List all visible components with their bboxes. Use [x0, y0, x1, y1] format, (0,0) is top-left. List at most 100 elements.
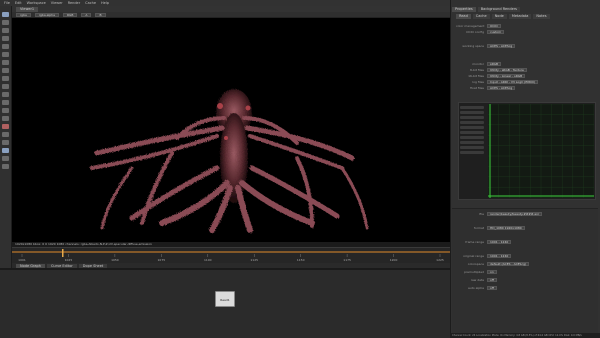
timeline-ruler[interactable]: 1001 1025 1050 1075 1100 1125 1150 1175 1200 1225 [12, 248, 450, 264]
curve-channel-item[interactable] [460, 146, 484, 149]
menu-edit[interactable]: Edit [15, 1, 22, 5]
prop-label: 16-bit files [468, 74, 484, 78]
curve-channel-item[interactable] [460, 111, 484, 114]
timeline-playhead [62, 249, 64, 257]
node-tabs: Read Cache Node Metadata Notes [456, 14, 596, 19]
timeline-tick-label: 1200 [390, 258, 398, 262]
cryptomatte-tool-icon[interactable] [2, 156, 9, 161]
draw-tool-icon[interactable] [2, 20, 9, 25]
tab-cache[interactable]: Cache [472, 14, 490, 19]
menu-render[interactable]: Render [68, 1, 80, 5]
alpha-dropdown[interactable]: rgba.alpha [34, 12, 59, 17]
curve-channel-item[interactable] [460, 116, 484, 119]
prop-label: original range [463, 254, 484, 258]
prop-value[interactable]: HD_1080 1920x1080 [487, 226, 525, 230]
prop-label: auto alpha [467, 286, 484, 290]
prop-value[interactable]: Utility - Linear - sRGB [487, 74, 526, 78]
tab-notes[interactable]: Notes [533, 14, 550, 19]
curve-channel-item[interactable] [460, 136, 484, 139]
timeline-tick-label: 1100 [204, 258, 212, 262]
prop-value[interactable]: off [487, 286, 497, 290]
other-tool-icon[interactable] [2, 116, 9, 121]
prop-value[interactable]: 1001 - 1240 [487, 254, 512, 258]
3d-tool-icon[interactable] [2, 84, 9, 89]
curve-channel-item[interactable] [460, 121, 484, 124]
filter-tool-icon[interactable] [2, 52, 9, 57]
pixelfudger-tool-icon[interactable] [2, 164, 9, 169]
timeline-tick-label: 1175 [343, 258, 351, 262]
prop-row: OCIO config custom [456, 30, 596, 34]
input-b-dropdown[interactable]: B [95, 12, 106, 17]
tab-node[interactable]: Node [491, 14, 507, 19]
tab-read[interactable]: Read [456, 14, 471, 19]
menu-cache[interactable]: Cache [85, 1, 96, 5]
prop-value[interactable]: on [487, 270, 497, 274]
prop-row: premultiplied on [456, 270, 596, 274]
prop-row: color management OCIO [456, 24, 596, 28]
curve-channel-item[interactable] [460, 126, 484, 129]
tab-properties[interactable]: Properties [452, 6, 476, 12]
input-a-dropdown[interactable]: A [81, 12, 92, 17]
prop-value[interactable]: ACES - ACEScg [487, 86, 516, 90]
prop-row: auto alpha off [456, 286, 596, 290]
properties-tabbar: Properties Background Renders [452, 6, 598, 12]
prop-value[interactable]: OCIO [487, 24, 501, 28]
metadata-tool-icon[interactable] [2, 100, 9, 105]
prop-value[interactable]: Utility - sRGB - Texture [487, 68, 527, 72]
curve-channel-item[interactable] [460, 141, 484, 144]
display-mode-dropdown[interactable]: RGB [62, 12, 78, 17]
prop-row: 8-bit files Utility - sRGB - Texture [456, 68, 596, 72]
prop-label: raw data [470, 278, 484, 282]
prop-label: colorspace [467, 262, 484, 266]
particles-tool-icon[interactable] [2, 132, 9, 137]
prop-value[interactable]: ACES - ACEScg [487, 44, 516, 48]
prop-value[interactable]: render/beauty/beauty.####.exr [487, 212, 543, 216]
timeline-tick-label: 1125 [250, 258, 258, 262]
statusbar: Channel Count: 24 Localization Mode: On … [450, 333, 600, 338]
gizmo-tool-icon[interactable] [2, 140, 9, 145]
color-tool-icon[interactable] [2, 44, 9, 49]
transform-tool-icon[interactable] [2, 76, 9, 81]
prop-value[interactable]: default (ACES - ACEScg) [487, 262, 530, 266]
prop-row: original range 1001 - 1240 [456, 254, 596, 258]
prop-row: raw data off [456, 278, 596, 282]
prop-value[interactable]: custom [487, 30, 505, 34]
keyer-tool-icon[interactable] [2, 60, 9, 65]
prop-value[interactable]: off [487, 278, 497, 282]
timeline-tick-label: 1001 [18, 258, 26, 262]
time-tool-icon[interactable] [2, 28, 9, 33]
menu-workspace[interactable]: Workspace [27, 1, 46, 5]
channels-dropdown[interactable]: rgba [16, 12, 31, 17]
curve-channel-item[interactable] [460, 131, 484, 134]
menu-help[interactable]: Help [101, 1, 109, 5]
deep-tool-icon[interactable] [2, 124, 9, 129]
prop-value[interactable]: 1001 - 1240 [487, 240, 512, 244]
curve-channel-list [459, 104, 487, 198]
channel-tool-icon[interactable] [2, 36, 9, 41]
menu-file[interactable]: File [4, 1, 10, 5]
timeline-tick-label: 1075 [158, 258, 166, 262]
views-tool-icon[interactable] [2, 92, 9, 97]
timeline[interactable]: 1001 1025 1050 1075 1100 1125 1150 1175 1200 1225 [12, 247, 450, 263]
tab-viewer1[interactable]: Viewer1 [16, 6, 39, 12]
curve-channel-item[interactable] [460, 106, 484, 109]
prop-row: format HD_1080 1920x1080 [456, 226, 596, 230]
tab-metadata[interactable]: Metadata [508, 14, 532, 19]
toolsets-tool-icon[interactable] [2, 108, 9, 113]
prop-row: log files Input - ARRI - V3 LogC (EI800) [456, 80, 596, 84]
prop-label: log files [472, 80, 484, 84]
curve-graph[interactable] [488, 104, 594, 198]
prop-row: float files ACES - ACEScg [456, 86, 596, 90]
prop-label: frame range [465, 240, 484, 244]
plugin-tool-icon[interactable] [2, 148, 9, 153]
viewer-viewport[interactable] [12, 18, 450, 242]
merge-tool-icon[interactable] [2, 68, 9, 73]
curve-channel-item[interactable] [460, 151, 484, 154]
image-tool-icon[interactable] [2, 12, 9, 17]
timeline-tick-label: 1050 [111, 258, 119, 262]
tab-background-renders[interactable]: Background Renders [477, 6, 520, 12]
prop-value[interactable]: sRGB [487, 62, 502, 66]
menu-viewer[interactable]: Viewer [51, 1, 63, 5]
prop-value[interactable]: Input - ARRI - V3 LogC (EI800) [487, 80, 539, 84]
read-node-label: Read1 [220, 298, 230, 302]
